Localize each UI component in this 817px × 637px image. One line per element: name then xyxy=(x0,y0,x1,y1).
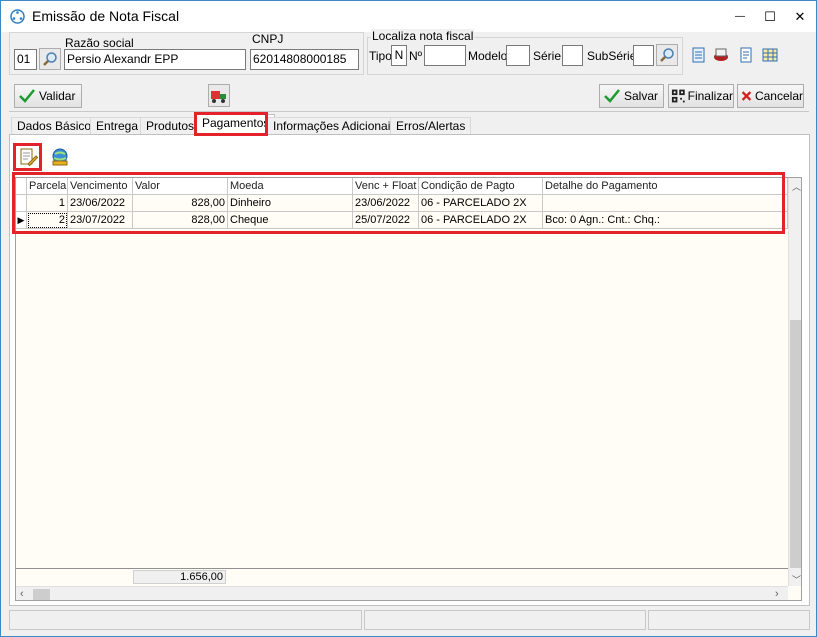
tab-erros-alertas[interactable]: Erros/Alertas xyxy=(390,117,472,134)
maximize-button[interactable]: ☐ xyxy=(755,1,785,32)
money-globe-icon xyxy=(52,148,68,166)
table-cell-parcela[interactable]: 2 xyxy=(27,212,68,229)
transport-button[interactable] xyxy=(208,84,230,107)
table-cell-valor[interactable]: 828,00 xyxy=(133,212,228,229)
status-panel-3 xyxy=(648,610,810,630)
table-cell-condicao[interactable]: 06 - PARCELADO 2X xyxy=(419,195,543,212)
search-nota-button[interactable] xyxy=(656,44,678,66)
status-panel-2 xyxy=(364,610,646,630)
total-valor: 1.656,00 xyxy=(133,570,226,584)
title-bar: Emissão de Nota Fiscal — ☐ ✕ xyxy=(1,1,816,32)
table-cell-vencimento[interactable]: 23/07/2022 xyxy=(68,212,133,229)
status-panel-1 xyxy=(9,610,362,630)
serie-field[interactable] xyxy=(562,45,583,66)
modelo-field[interactable] xyxy=(506,45,530,66)
numero-field[interactable] xyxy=(424,45,466,66)
search-icon xyxy=(660,48,674,62)
col-header-valor[interactable]: Valor xyxy=(133,178,228,195)
row-indicator-header xyxy=(16,178,27,195)
razao-social-field[interactable]: Persio Alexandr EPP xyxy=(64,49,246,70)
edit-payment-button[interactable] xyxy=(16,145,40,169)
validar-label: Validar xyxy=(39,89,76,103)
subserie-field[interactable] xyxy=(633,45,654,66)
horizontal-scrollbar[interactable]: ‹ › xyxy=(16,586,788,600)
current-row-indicator-icon[interactable]: ▶ xyxy=(16,212,27,229)
col-header-vencimento[interactable]: Vencimento xyxy=(68,178,133,195)
salvar-button[interactable]: Salvar xyxy=(599,84,664,108)
finalizar-label: Finalizar xyxy=(687,89,733,103)
scroll-right-icon[interactable]: › xyxy=(775,588,779,600)
table-cell-moeda[interactable]: Dinheiro xyxy=(228,195,353,212)
modelo-label: Modelo xyxy=(468,49,508,63)
search-client-button[interactable] xyxy=(39,48,61,70)
tab-informacoes-adicionais[interactable]: Informações Adicionais xyxy=(267,117,403,134)
cnpj-label: CNPJ xyxy=(252,32,284,46)
table-cell-condicao[interactable]: 06 - PARCELADO 2X xyxy=(419,212,543,229)
table-cell-venc-float[interactable]: 23/06/2022 xyxy=(353,195,419,212)
barcode-icon xyxy=(671,89,685,103)
footer-divider xyxy=(16,568,788,569)
check-icon xyxy=(604,89,620,103)
table-cell-moeda[interactable]: Cheque xyxy=(228,212,353,229)
window-title: Emissão de Nota Fiscal xyxy=(32,8,180,24)
table-cell-detalhe[interactable]: Bco: 0 Agn.: Cnt.: Chq.: xyxy=(543,212,788,229)
col-header-condicao[interactable]: Condição de Pagto xyxy=(419,178,543,195)
scroll-down-icon[interactable]: ﹀ xyxy=(792,573,801,586)
grid-table-icon[interactable] xyxy=(761,46,779,64)
table-cell-parcela[interactable]: 1 xyxy=(27,195,68,212)
cancelar-label: Cancelar xyxy=(754,89,803,103)
table-cell-detalhe[interactable] xyxy=(543,195,788,212)
minimize-button[interactable]: — xyxy=(725,1,755,32)
numero-label: Nº xyxy=(409,49,423,63)
table-cell-valor[interactable]: 828,00 xyxy=(133,195,228,212)
table-cell-vencimento[interactable]: 23/06/2022 xyxy=(68,195,133,212)
table-cell-venc-float[interactable]: 25/07/2022 xyxy=(353,212,419,229)
row-indicator[interactable] xyxy=(16,195,27,212)
col-header-detalhe[interactable]: Detalhe do Pagamento xyxy=(543,178,788,195)
validar-button[interactable]: Validar xyxy=(14,84,82,108)
horizontal-scroll-thumb[interactable] xyxy=(33,589,50,600)
close-icon: ✕ xyxy=(794,8,806,24)
tab-produtos[interactable]: Produtos xyxy=(140,117,201,134)
document-list-icon[interactable] xyxy=(690,46,708,64)
col-header-moeda[interactable]: Moeda xyxy=(228,178,353,195)
main-window: Emissão de Nota Fiscal — ☐ ✕ 01 Razão so… xyxy=(0,0,817,637)
col-header-venc-float[interactable]: Venc + Float xyxy=(353,178,419,195)
app-icon xyxy=(10,9,25,24)
currency-button[interactable] xyxy=(48,145,72,169)
cnpj-field[interactable]: 62014808000185 xyxy=(250,49,359,70)
code-field[interactable]: 01 xyxy=(14,49,37,70)
tab-pagamentos[interactable]: Pagamentos xyxy=(196,114,276,135)
tipo-label: Tipo xyxy=(369,49,392,63)
check-icon xyxy=(19,89,35,103)
scroll-up-icon[interactable]: ︿ xyxy=(792,180,801,193)
minimize-icon: — xyxy=(735,11,745,22)
search-icon xyxy=(43,52,57,66)
edit-document-icon xyxy=(20,148,38,167)
serie-label: Série xyxy=(533,49,562,63)
maximize-icon: ☐ xyxy=(764,8,776,24)
payments-grid: Parcela Vencimento Valor Moeda Venc + Fl… xyxy=(15,177,802,601)
localiza-title: Localiza nota fiscal xyxy=(371,29,475,43)
xml-icon[interactable] xyxy=(712,46,730,64)
vertical-scrollbar[interactable]: ︿ ﹀ xyxy=(788,178,801,586)
x-cancel-icon xyxy=(741,91,752,101)
report-icon[interactable] xyxy=(737,46,755,64)
cancelar-button[interactable]: Cancelar xyxy=(737,84,804,108)
tipo-field[interactable]: N xyxy=(391,45,407,66)
truck-icon xyxy=(211,90,226,103)
toolbar-separator xyxy=(9,111,809,112)
finalizar-button[interactable]: Finalizar xyxy=(668,84,734,108)
col-header-parcela[interactable]: Parcela xyxy=(27,178,68,195)
tab-entrega[interactable]: Entrega xyxy=(90,117,145,134)
razao-social-label: Razão social xyxy=(65,36,134,50)
salvar-label: Salvar xyxy=(624,89,659,103)
scroll-left-icon[interactable]: ‹ xyxy=(20,588,24,600)
subserie-label: SubSérie xyxy=(587,49,637,63)
close-button[interactable]: ✕ xyxy=(785,1,815,32)
vertical-scroll-thumb[interactable] xyxy=(790,320,801,568)
